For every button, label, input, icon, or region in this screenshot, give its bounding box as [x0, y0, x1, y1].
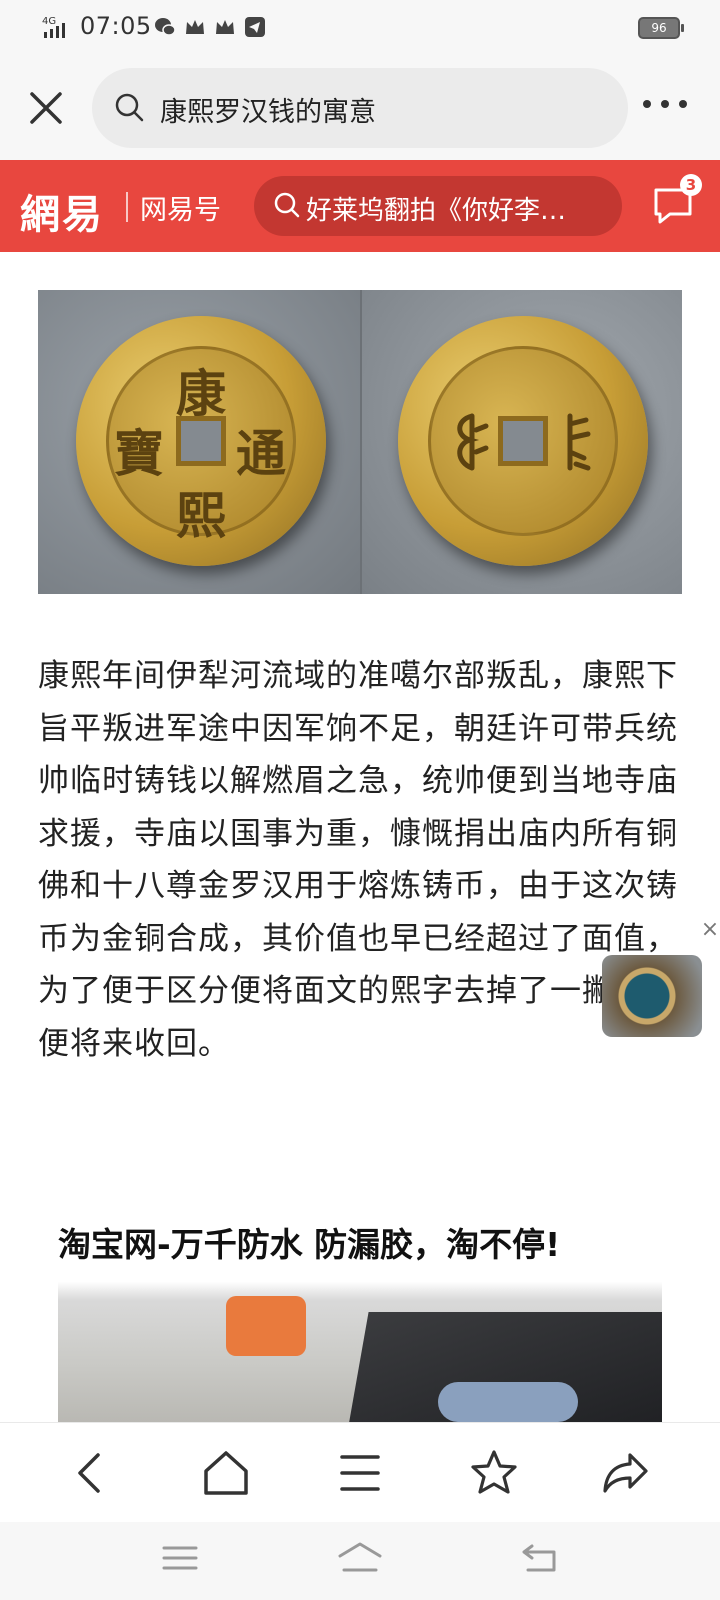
notification-icons: [154, 16, 266, 40]
more-icon: [643, 100, 687, 108]
star-icon: [471, 1450, 517, 1494]
home-icon: [204, 1451, 248, 1495]
favorite-button[interactable]: [468, 1447, 520, 1499]
share-icon: [603, 1453, 648, 1493]
message-badge: 3: [680, 174, 702, 196]
clock: 07:05: [80, 12, 152, 40]
coin-obverse: 康 熙 寶 通: [76, 316, 326, 566]
site-search-box[interactable]: 好莱坞翻拍《你好李…: [254, 176, 622, 236]
recents-icon: [162, 1546, 198, 1570]
browser-toolbar: 康熙罗汉钱的寓意: [0, 56, 720, 160]
coin-photo: 康 熙 寶 通: [38, 290, 682, 594]
coin-obverse-panel: 康 熙 寶 通: [38, 290, 360, 594]
coin-hole: [498, 416, 548, 466]
ad-image-hose: [438, 1382, 578, 1422]
channel-label[interactable]: 网易号: [140, 188, 221, 227]
search-icon: [114, 92, 146, 124]
recent-apps-button[interactable]: [158, 1538, 202, 1578]
coin-char-bottom: 熙: [176, 486, 226, 545]
crown-icon: [214, 16, 236, 38]
coin-reverse: [398, 316, 648, 566]
search-icon: [272, 190, 302, 220]
more-button[interactable]: [640, 96, 690, 112]
ad-image[interactable]: [58, 1282, 662, 1422]
coin-char-top: 康: [176, 364, 226, 423]
share-button[interactable]: [600, 1447, 652, 1499]
coin-reverse-panel: [360, 290, 682, 594]
coin-char-right: 通: [236, 424, 286, 483]
close-floating-ad-button[interactable]: ×: [700, 919, 720, 941]
system-home-button[interactable]: [336, 1538, 384, 1578]
status-bar: 4G 07:05 96: [0, 0, 720, 56]
battery-icon: 96: [638, 17, 684, 39]
home-button[interactable]: [200, 1447, 252, 1499]
header-divider: [126, 192, 128, 222]
system-nav-bar: [0, 1522, 720, 1600]
network-label: 4G: [42, 16, 56, 27]
floating-ad-thumbnail[interactable]: [602, 955, 702, 1037]
site-search-hint: 好莱坞翻拍《你好李…: [306, 196, 567, 226]
close-icon: [30, 92, 62, 124]
menu-button[interactable]: [334, 1447, 386, 1499]
telegram-icon: [244, 16, 266, 38]
signal-icon: 4G: [42, 14, 76, 40]
wechat-icon: [154, 16, 176, 38]
battery-level: 96: [651, 21, 667, 35]
system-back-button[interactable]: [518, 1538, 562, 1578]
manchu-script-left: [457, 413, 489, 471]
netease-header: 網易 网易号 好莱坞翻拍《你好李… 3: [0, 160, 720, 252]
search-input[interactable]: 康熙罗汉钱的寓意: [92, 68, 628, 148]
back-button[interactable]: [66, 1447, 118, 1499]
menu-icon: [340, 1455, 380, 1491]
ad-title[interactable]: 淘宝网-万千防水 防漏胶，淘不停!: [58, 1218, 560, 1266]
browser-nav-bar: [0, 1422, 720, 1522]
netease-logo[interactable]: 網易: [20, 182, 104, 240]
ad-image-orange-pipe: [226, 1296, 306, 1356]
back-icon: [78, 1453, 100, 1493]
manchu-script-right: [567, 413, 591, 471]
search-query: 康熙罗汉钱的寓意: [160, 97, 376, 128]
coin-char-left: 寶: [114, 424, 164, 483]
crown-icon: [184, 16, 206, 38]
system-back-icon: [522, 1544, 556, 1572]
system-home-icon: [338, 1542, 382, 1572]
close-button[interactable]: [24, 86, 68, 130]
article-body: 康熙年间伊犁河流域的准噶尔部叛乱，康熙下旨平叛进军途中因军饷不足，朝廷许可带兵统…: [38, 658, 678, 1062]
